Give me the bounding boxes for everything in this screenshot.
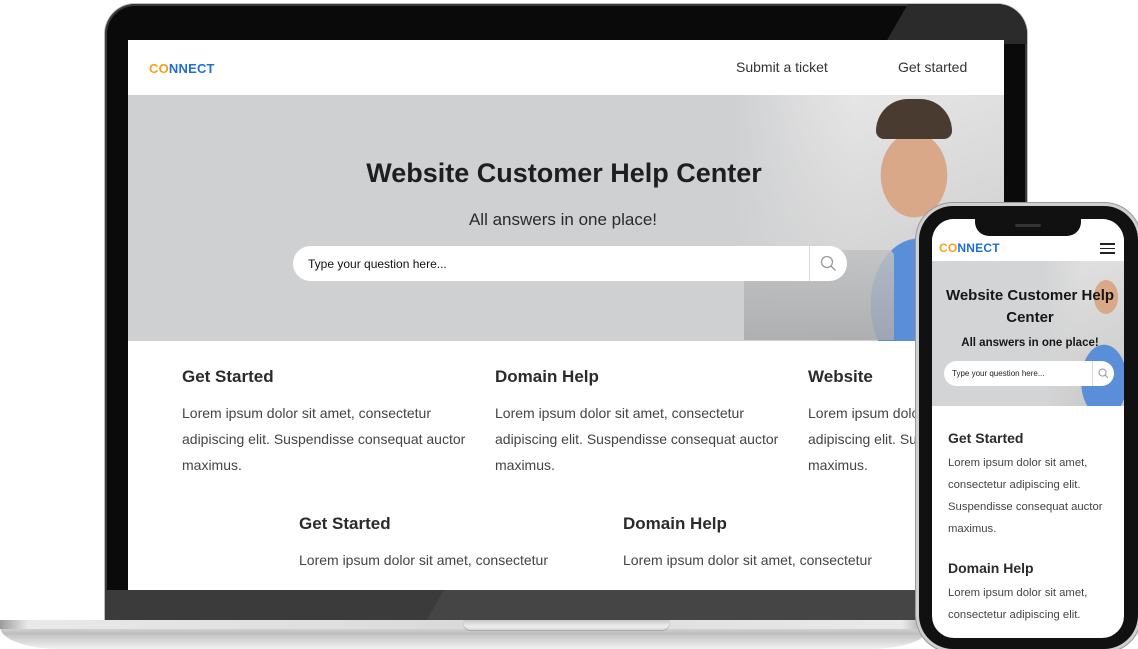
topic-description: Lorem ipsum dolor sit amet, consectetur … [182, 405, 466, 473]
topic-title: Domain Help [948, 560, 1034, 576]
search-icon [1098, 368, 1109, 379]
topic-description: Lorem ipsum dolor sit amet, consectetur … [948, 457, 1103, 535]
submit-ticket-link[interactable]: Submit a ticket [736, 59, 828, 75]
logo-text: NNECT [957, 241, 1000, 255]
logo-accent: CO [149, 61, 169, 76]
hero-subtitle: All answers in one place! [468, 210, 658, 229]
laptop-chin [105, 590, 1027, 624]
search-input[interactable] [293, 246, 809, 281]
logo-accent: CO [939, 241, 958, 255]
topic-card[interactable]: Get Started Lorem ipsum dolor sit amet, … [182, 367, 482, 478]
phone-notch [975, 219, 1081, 236]
hero-title: Website Customer Help Center [366, 158, 762, 188]
desktop-site: CO NNECT Submit a ticket Get started Webs… [128, 40, 1004, 590]
topic-card[interactable]: Domain Help Lorem ipsum dolor sit amet, … [948, 560, 1118, 626]
logo-text: NNECT [168, 61, 215, 76]
search-button[interactable] [1092, 361, 1114, 386]
phone-mockup: CO NNECT Website Customer Help Center All… [919, 206, 1138, 649]
search-input[interactable] [944, 369, 1092, 378]
hero-subtitle: All answers in one place! [961, 337, 1099, 349]
search-bar [293, 246, 847, 281]
get-started-link[interactable]: Get started [898, 59, 967, 75]
hero-title: Website Customer Help Center [945, 287, 1115, 326]
hamburger-icon[interactable] [1100, 243, 1115, 254]
search-bar [944, 361, 1114, 386]
search-button[interactable] [809, 246, 847, 281]
topic-title: Domain Help [495, 367, 599, 386]
topic-card[interactable]: Get Started Lorem ipsum dolor sit amet, … [948, 430, 1118, 540]
topic-title: Domain Help [623, 514, 727, 533]
laptop-base [0, 620, 930, 649]
topic-description: Lorem ipsum dolor sit amet, consectetur … [948, 587, 1088, 621]
lid-sheen [847, 4, 1027, 44]
connect-logo[interactable]: CO NNECT [939, 241, 1000, 255]
hero-banner: Website Customer Help Center All answers… [128, 95, 1004, 341]
topic-description: Lorem ipsum dolor sit amet, consectetur [623, 552, 872, 568]
laptop-hinge-notch [463, 620, 670, 631]
site-header: CO NNECT Submit a ticket Get started [128, 40, 1004, 95]
search-icon [820, 255, 836, 271]
topic-card[interactable]: Get Started Lorem ipsum dolor sit amet, … [299, 514, 599, 573]
connect-logo[interactable]: CO NNECT [149, 61, 215, 76]
topic-description: Lorem ipsum dolor sit amet, consectetur [299, 552, 548, 568]
mobile-site: CO NNECT Website Customer Help Center All… [932, 219, 1124, 638]
photo-detail [876, 99, 952, 139]
topic-title: Get Started [299, 514, 391, 533]
topic-title: Get Started [182, 367, 274, 386]
topic-card[interactable]: Domain Help Lorem ipsum dolor sit amet, … [623, 514, 923, 573]
laptop-mockup: CO NNECT Submit a ticket Get started Webs… [105, 4, 1027, 624]
mobile-hero-banner: Website Customer Help Center All answers… [932, 261, 1124, 406]
topic-description: Lorem ipsum dolor sit amet, consectetur … [495, 405, 779, 473]
topic-card[interactable]: Domain Help Lorem ipsum dolor sit amet, … [495, 367, 795, 478]
topic-title: Get Started [948, 430, 1024, 446]
